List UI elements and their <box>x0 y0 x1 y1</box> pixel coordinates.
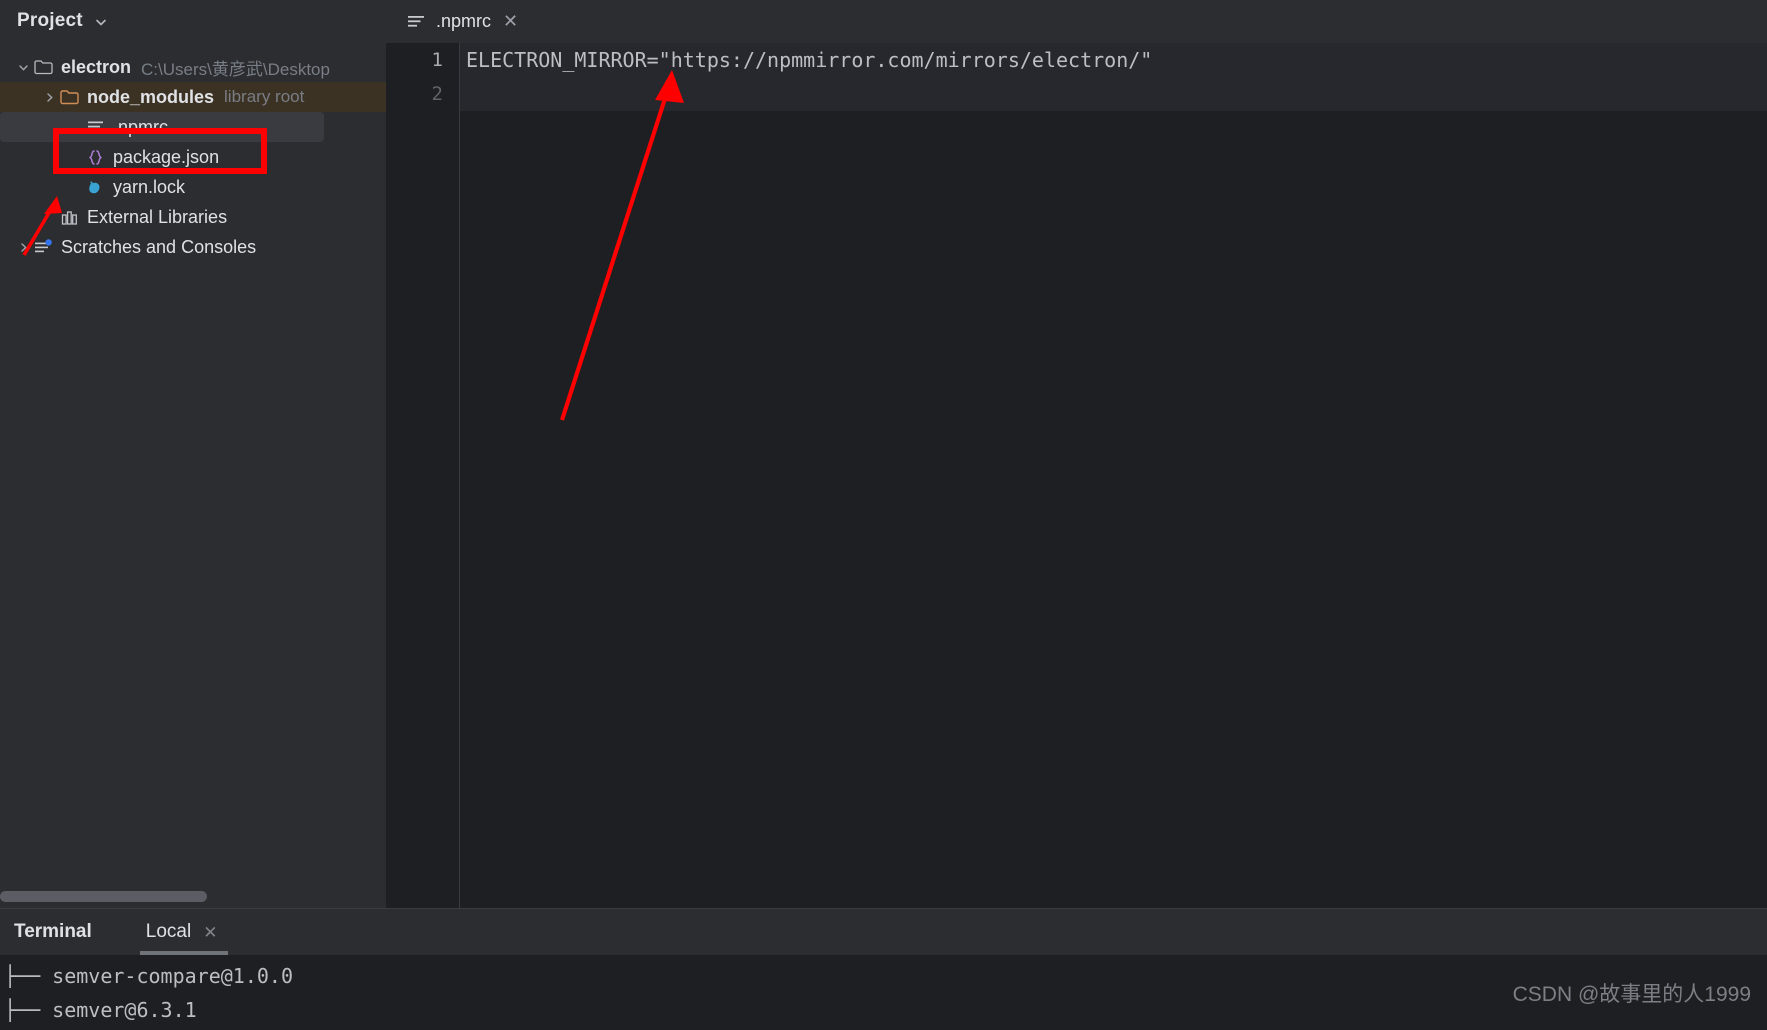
close-icon[interactable]: ✕ <box>203 924 217 941</box>
chevron-right-icon[interactable] <box>14 241 32 254</box>
line-number-gutter: 1 2 <box>386 43 460 908</box>
json-braces-icon <box>84 148 106 166</box>
upper-region: Project electron C:\Users\黄彦武\Desktop no… <box>0 0 1767 908</box>
tree-item-label: Scratches and Consoles <box>61 236 257 257</box>
scratches-icon <box>32 238 54 256</box>
lines-file-icon <box>406 13 426 31</box>
tree-item-external-libraries[interactable]: External Libraries <box>0 202 386 232</box>
tree-item-label: package.json <box>113 146 220 167</box>
library-books-icon <box>58 208 80 226</box>
tree-item-yarn-lock[interactable]: yarn.lock <box>0 172 386 202</box>
terminal-panel: Terminal Local ✕ ├── semver-compare@1.0.… <box>0 908 1767 1030</box>
terminal-line: ├── semver-compare@1.0.0 <box>4 964 293 988</box>
editor-tabbar: .npmrc ✕ <box>386 0 1767 47</box>
terminal-header: Terminal Local ✕ <box>0 909 1767 955</box>
terminal-tab-label: Local <box>145 921 192 942</box>
tree-item-node-modules[interactable]: node_modules library root <box>0 82 386 112</box>
code-editor[interactable]: 1 2 ELECTRON_MIRROR="https://npmmirror.c… <box>386 43 1767 908</box>
line-number: 2 <box>431 83 443 105</box>
sidebar-horizontal-scrollbar[interactable] <box>0 891 207 902</box>
editor-area: .npmrc ✕ 1 2 ELECTRON_MIRROR="https://np… <box>386 0 1767 908</box>
tree-item-tag: library root <box>224 87 305 106</box>
tree-item-path: C:\Users\黄彦武\Desktop <box>141 59 330 79</box>
folder-icon <box>32 58 54 76</box>
yarn-cat-icon <box>84 178 106 196</box>
tree-item-package-json[interactable]: package.json <box>0 142 386 172</box>
tree-item-scratches-and-consoles[interactable]: Scratches and Consoles <box>0 232 386 262</box>
tab-label: .npmrc <box>436 11 492 31</box>
folder-orange-icon <box>58 88 80 106</box>
project-tree: electron C:\Users\黄彦武\Desktop node_modul… <box>0 42 386 908</box>
tree-item-label: yarn.lock <box>113 176 186 197</box>
lines-file-icon <box>84 118 106 136</box>
page-title: Project <box>17 10 83 31</box>
close-icon[interactable]: ✕ <box>501 10 520 34</box>
tree-item-label: External Libraries <box>87 206 228 227</box>
terminal-output[interactable]: ├── semver-compare@1.0.0 ├── semver@6.3.… <box>0 955 1767 1030</box>
tree-item-npmrc[interactable]: .npmrc <box>0 112 324 142</box>
tab-npmrc[interactable]: .npmrc ✕ <box>386 0 537 47</box>
tree-item-label: electron <box>61 56 132 77</box>
terminal-tab-local[interactable]: Local ✕ <box>136 909 228 955</box>
project-panel-header[interactable]: Project <box>0 0 386 42</box>
chevron-right-icon[interactable] <box>40 91 58 104</box>
code-lines[interactable]: ELECTRON_MIRROR="https://npmmirror.com/m… <box>460 43 1767 908</box>
tree-item-electron[interactable]: electron C:\Users\黄彦武\Desktop <box>0 52 386 82</box>
terminal-tab-active-indicator <box>139 951 228 955</box>
terminal-title: Terminal <box>14 921 92 942</box>
chevron-down-icon[interactable] <box>14 61 32 74</box>
chevron-down-icon[interactable] <box>94 15 108 29</box>
csdn-watermark: CSDN @故事里的人1999 <box>1512 983 1751 1006</box>
tree-item-label: .npmrc <box>113 116 169 137</box>
terminal-line: ├── semver@6.3.1 <box>4 998 197 1022</box>
code-line[interactable] <box>460 77 1767 111</box>
line-number: 1 <box>431 49 443 71</box>
code-line[interactable]: ELECTRON_MIRROR="https://npmmirror.com/m… <box>460 43 1767 77</box>
ide-window: Project electron C:\Users\黄彦武\Desktop no… <box>0 0 1767 1030</box>
tree-item-label: node_modules <box>87 86 215 107</box>
project-sidebar: Project electron C:\Users\黄彦武\Desktop no… <box>0 0 386 908</box>
